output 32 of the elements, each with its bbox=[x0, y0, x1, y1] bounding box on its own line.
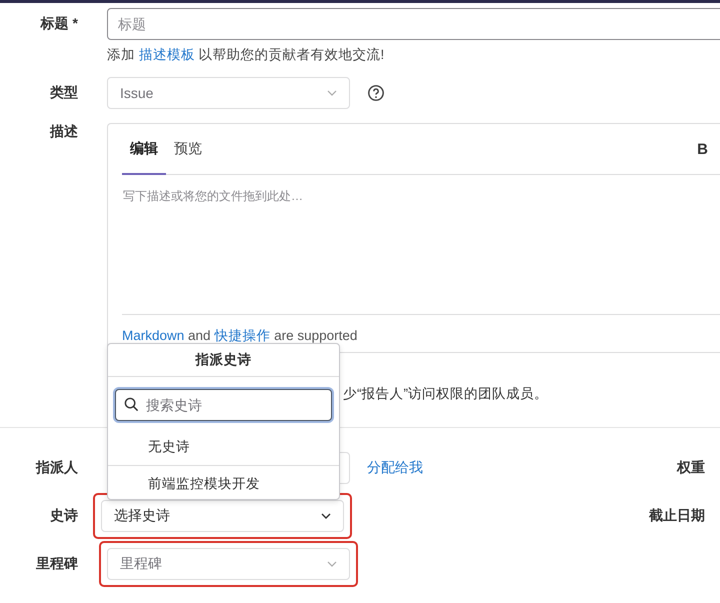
editor-tab[interactable]: 预览 bbox=[166, 124, 210, 175]
markdown-link[interactable]: Markdown bbox=[122, 328, 184, 343]
epic-select[interactable]: 选择史诗 bbox=[101, 500, 344, 532]
field-label: 指派人 bbox=[34, 459, 78, 477]
editor-tab[interactable]: 编辑 bbox=[122, 124, 166, 175]
assign-me-link[interactable]: 分配给我 bbox=[367, 459, 423, 477]
dropdown-item[interactable]: 无史诗 bbox=[108, 429, 339, 465]
confidential-note: 少“报告人”访问权限的团队成员。 bbox=[343, 385, 548, 403]
milestone-select[interactable]: 里程碑 bbox=[107, 548, 350, 580]
field-label: 标题 * bbox=[39, 15, 78, 33]
chevron-icon bbox=[327, 561, 337, 567]
help-icon[interactable] bbox=[367, 84, 385, 102]
template-link[interactable]: 描述模板 bbox=[138, 47, 195, 62]
chevron-icon bbox=[327, 90, 337, 96]
field-label: 类型 bbox=[49, 84, 78, 102]
search-icon bbox=[124, 397, 139, 412]
title-input[interactable]: 标题 bbox=[107, 8, 720, 40]
shortcuts-link[interactable]: 快捷操作 bbox=[214, 328, 270, 343]
search-field[interactable]: 搜索史诗 bbox=[115, 389, 332, 421]
field-label: 里程碑 bbox=[35, 555, 78, 573]
field-label: 史诗 bbox=[49, 507, 78, 525]
bold-button[interactable]: B bbox=[685, 124, 720, 174]
dropdown-title: 指派史诗 bbox=[108, 344, 339, 377]
field-label: 描述 bbox=[48, 123, 78, 141]
dropdown-item[interactable]: 前端监控模块开发 bbox=[108, 466, 339, 502]
description-textarea[interactable]: 写下描述或将您的文件拖到此处… bbox=[108, 175, 720, 314]
markdown-note: Markdown and 快捷操作 are supported bbox=[122, 328, 358, 343]
field-label: 权重 bbox=[677, 459, 705, 477]
type-select[interactable]: Issue bbox=[107, 77, 350, 109]
field-label: 截止日期 bbox=[649, 507, 705, 525]
chevron-icon bbox=[321, 513, 331, 519]
hint-text: 添加 描述模板 以帮助您的贡献者有效地交流! bbox=[107, 46, 384, 64]
